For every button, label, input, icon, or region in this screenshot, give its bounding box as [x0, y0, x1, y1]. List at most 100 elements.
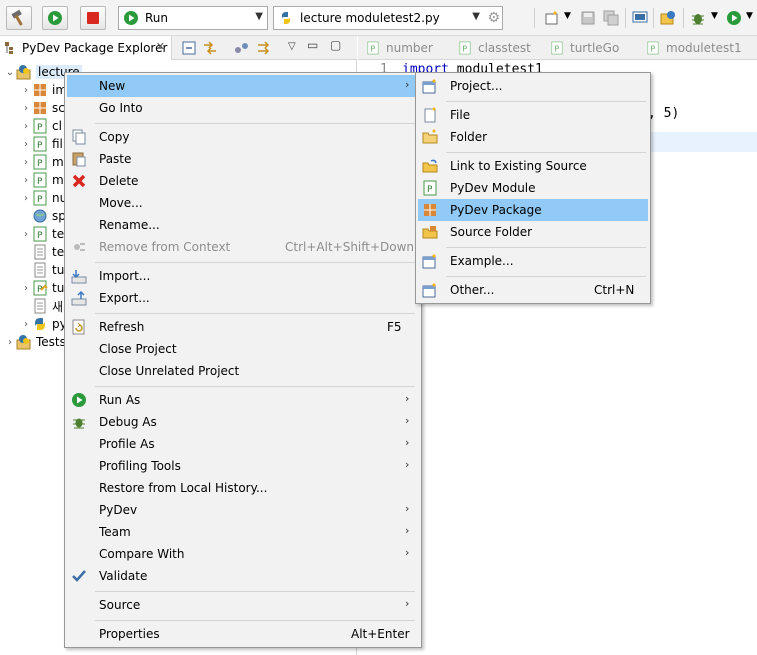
menu-item-pydev[interactable]: PyDev ›: [67, 499, 419, 521]
collapse-all-icon[interactable]: [181, 40, 197, 56]
menu-item-new[interactable]: New ›: [67, 75, 419, 97]
menu-item-label: PyDev Package: [450, 203, 542, 217]
menu-separator: [446, 276, 646, 277]
tree-item[interactable]: › P m: [20, 153, 64, 171]
menu-item-team[interactable]: Team ›: [67, 521, 419, 543]
close-icon[interactable]: ✕: [156, 40, 165, 53]
menu-item-debug-as[interactable]: Debug As ›: [67, 411, 419, 433]
python-file-icon: P: [647, 41, 659, 55]
menu-item-properties[interactable]: Properties Alt+Enter: [67, 623, 419, 645]
menu-item-remove-from-context[interactable]: Remove from Context Ctrl+Alt+Shift+Down: [67, 236, 419, 258]
chevron-down-icon[interactable]: ▼: [564, 11, 571, 21]
menu-item-profiling-tools[interactable]: Profiling Tools ›: [67, 455, 419, 477]
tree-item[interactable]: sp: [20, 207, 66, 225]
toolbar-separator: [653, 8, 654, 28]
svg-text:P: P: [37, 177, 43, 187]
stop-button[interactable]: [80, 6, 106, 30]
chevron-right-icon[interactable]: ›: [20, 319, 32, 330]
run-button[interactable]: [42, 6, 68, 30]
tree-item[interactable]: › im: [20, 81, 67, 99]
tree-item[interactable]: 새: [20, 297, 63, 315]
editor-tab[interactable]: P number: [366, 36, 433, 60]
tree-item[interactable]: › P te: [20, 225, 64, 243]
python-file-icon: P: [33, 190, 47, 206]
main-toolbar: Run ▼ lecture moduletest2.py ▼ ⚙ ▼ ▼ ▼: [0, 0, 757, 36]
chevron-down-icon[interactable]: ⌄: [4, 67, 16, 78]
submenu-item-project[interactable]: Project...: [418, 75, 648, 97]
tree-item[interactable]: tu: [20, 261, 64, 279]
console-icon[interactable]: [632, 10, 648, 26]
chevron-right-icon[interactable]: ›: [20, 85, 32, 96]
chevron-right-icon[interactable]: ›: [20, 121, 32, 132]
chevron-right-icon[interactable]: ›: [20, 157, 32, 168]
submenu-item-folder[interactable]: Folder: [418, 126, 648, 148]
tree-item[interactable]: › py: [20, 315, 67, 333]
tree-item[interactable]: › P m: [20, 171, 64, 189]
maximize-icon[interactable]: ▢: [330, 38, 341, 52]
menu-item-paste[interactable]: Paste: [67, 148, 419, 170]
menu-item-move[interactable]: Move...: [67, 192, 419, 214]
submenu-item-link-existing-source[interactable]: Link to Existing Source: [418, 155, 648, 177]
submenu-item-other[interactable]: Other... Ctrl+N: [418, 279, 648, 301]
chevron-down-icon[interactable]: ▼: [746, 11, 753, 21]
menu-item-source[interactable]: Source ›: [67, 594, 419, 616]
chevron-down-icon[interactable]: ▼: [711, 11, 718, 21]
submenu-item-pydev-module[interactable]: P PyDev Module: [418, 177, 648, 199]
menu-item-copy[interactable]: Copy: [67, 126, 419, 148]
save-all-icon[interactable]: [603, 10, 619, 26]
submenu-item-example[interactable]: Example...: [418, 250, 648, 272]
menu-item-delete[interactable]: Delete: [67, 170, 419, 192]
run-icon[interactable]: [726, 10, 742, 26]
menu-item-restore-local-history[interactable]: Restore from Local History...: [67, 477, 419, 499]
file-combo[interactable]: lecture moduletest2.py ▼ ⚙: [273, 6, 503, 30]
run-icon: [72, 393, 86, 407]
menu-item-validate[interactable]: Validate: [67, 565, 419, 587]
editor-tab[interactable]: P moduletest1: [646, 36, 742, 60]
submenu-item-pydev-package[interactable]: PyDev Package: [418, 199, 648, 221]
tree-item[interactable]: te: [20, 243, 64, 261]
chevron-right-icon[interactable]: ›: [20, 103, 32, 114]
editor-tab[interactable]: P turtleGo: [550, 36, 619, 60]
menu-item-refresh[interactable]: Refresh F5: [67, 316, 419, 338]
chevron-right-icon[interactable]: ›: [20, 283, 32, 294]
file-combo-label: lecture moduletest2.py: [300, 11, 440, 25]
menu-item-export[interactable]: Export...: [67, 287, 419, 309]
tree-item-project[interactable]: › Tests: [4, 333, 66, 351]
tree-item[interactable]: › P fil: [20, 135, 63, 153]
explorer-tab[interactable]: PyDev Package Explorer ✕: [0, 36, 172, 60]
build-button[interactable]: [6, 6, 32, 30]
python-interpreter-icon: [35, 318, 45, 330]
menu-item-compare-with[interactable]: Compare With ›: [67, 543, 419, 565]
tree-item[interactable]: › P nu: [20, 189, 67, 207]
tree-item[interactable]: › P cl: [20, 117, 62, 135]
tree-item[interactable]: › P tu: [20, 279, 64, 297]
menu-item-close-project[interactable]: Close Project: [67, 338, 419, 360]
chevron-right-icon: ›: [405, 392, 410, 405]
debug-icon[interactable]: [690, 10, 706, 26]
tree-item[interactable]: › sc: [20, 99, 65, 117]
chevron-right-icon[interactable]: ›: [20, 139, 32, 150]
menu-item-import[interactable]: Import...: [67, 265, 419, 287]
menu-item-profile-as[interactable]: Profile As ›: [67, 433, 419, 455]
filter-icon[interactable]: [234, 40, 250, 56]
submenu-item-file[interactable]: File: [418, 104, 648, 126]
menu-item-close-unrelated-project[interactable]: Close Unrelated Project: [67, 360, 419, 382]
link-with-editor-icon[interactable]: [202, 40, 218, 56]
submenu-item-source-folder[interactable]: Source Folder: [418, 221, 648, 243]
chevron-right-icon[interactable]: ›: [4, 337, 16, 348]
new-wizard-icon[interactable]: [544, 10, 560, 26]
open-type-icon[interactable]: [660, 10, 676, 26]
editor-tab-label: number: [386, 41, 433, 55]
view-menu-icon[interactable]: ▽: [288, 41, 296, 52]
save-icon[interactable]: [580, 10, 596, 26]
menu-item-go-into[interactable]: Go Into: [67, 97, 419, 119]
minimize-icon[interactable]: ▭: [307, 38, 318, 52]
menu-item-rename[interactable]: Rename...: [67, 214, 419, 236]
editor-tab[interactable]: P classtest: [458, 36, 531, 60]
chevron-right-icon[interactable]: ›: [20, 229, 32, 240]
sync-icon[interactable]: [256, 40, 272, 56]
chevron-right-icon[interactable]: ›: [20, 175, 32, 186]
run-config-combo[interactable]: Run ▼: [118, 6, 268, 30]
chevron-right-icon[interactable]: ›: [20, 193, 32, 204]
menu-item-run-as[interactable]: Run As ›: [67, 389, 419, 411]
